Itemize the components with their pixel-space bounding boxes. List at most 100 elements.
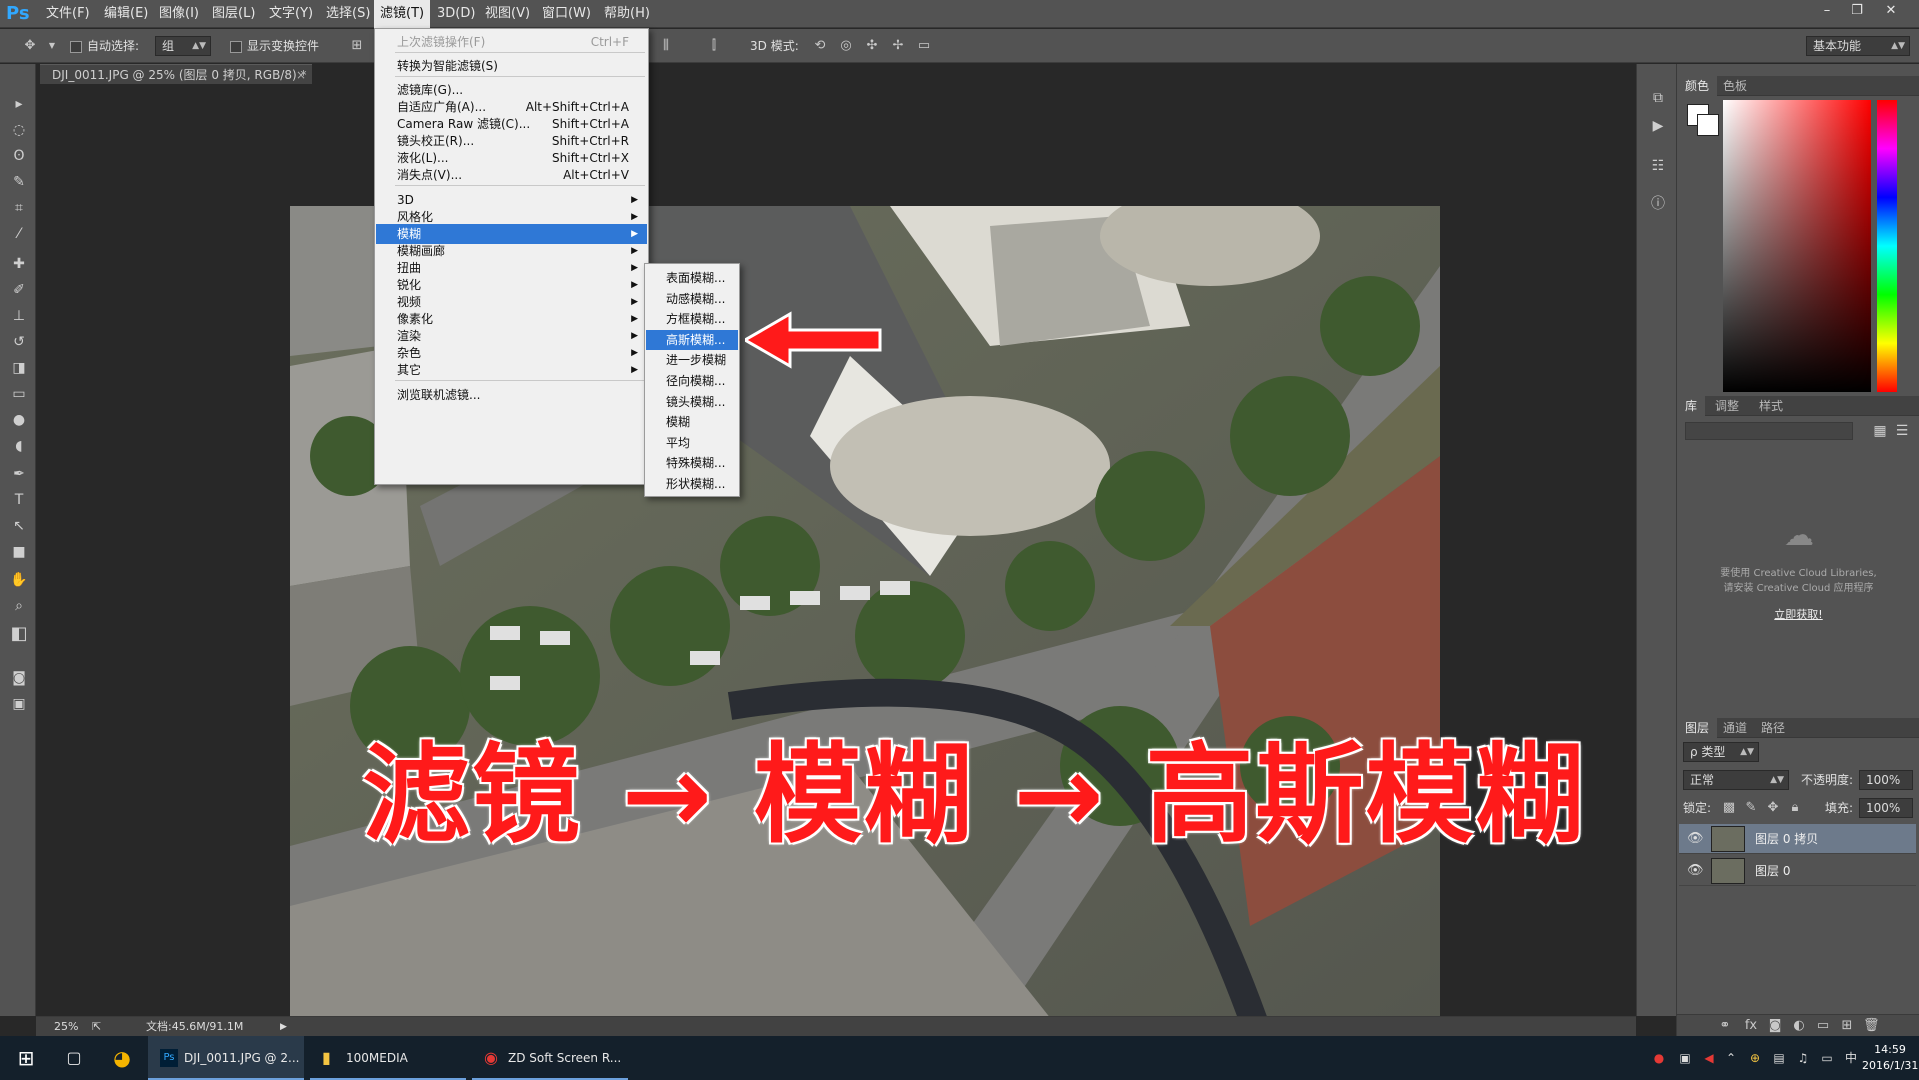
move-tool-icon[interactable]: ✥: [22, 38, 38, 54]
layer-row[interactable]: 👁︎ 图层 0 拷贝: [1679, 824, 1916, 854]
lock-transparency-icon[interactable]: ▩: [1721, 800, 1737, 816]
info-panel-icon[interactable]: ⓘ: [1647, 194, 1669, 214]
lock-pixels-icon[interactable]: ✎: [1743, 800, 1759, 816]
tab-styles[interactable]: 样式: [1751, 396, 1791, 416]
tray-media-icon[interactable]: ◀: [1700, 1049, 1718, 1067]
volume-icon[interactable]: ♫: [1794, 1049, 1812, 1067]
get-it-now-link[interactable]: 立即获取!: [1687, 606, 1910, 622]
layer-filter-dropdown[interactable]: ρ 类型 ▲▼: [1683, 742, 1759, 762]
layer-row[interactable]: 👁︎ 图层 0: [1679, 856, 1916, 886]
properties-panel-icon[interactable]: ☷: [1647, 156, 1669, 176]
dodge-tool-icon[interactable]: ◖: [8, 436, 30, 456]
menu-select[interactable]: 选择(S): [320, 0, 376, 28]
start-windows-icon[interactable]: ⊞: [12, 1036, 40, 1080]
restore-button[interactable]: ❐: [1842, 0, 1872, 22]
blur-submenu-item[interactable]: 平均: [646, 433, 738, 453]
blur-submenu-item[interactable]: 高斯模糊...: [646, 329, 738, 350]
filter-menu-item[interactable]: 其它 ▶: [376, 360, 647, 380]
blur-submenu-item[interactable]: 进一步模糊: [646, 350, 738, 370]
clone-stamp-tool-icon[interactable]: ⊥: [8, 306, 30, 326]
opacity-field[interactable]: 100%: [1859, 770, 1913, 790]
menu-window[interactable]: 窗口(W): [536, 0, 597, 28]
visibility-eye-icon[interactable]: 👁︎: [1687, 831, 1704, 847]
auto-align-icon[interactable]: ⫿: [706, 38, 722, 54]
task-view-icon[interactable]: ▢: [60, 1036, 88, 1080]
hue-slider[interactable]: [1877, 100, 1897, 392]
add-mask-icon[interactable]: ◙: [1767, 1018, 1783, 1034]
menu-edit[interactable]: 编辑(E): [98, 0, 154, 28]
align-icon[interactable]: ⊞: [349, 38, 365, 54]
blur-submenu-item[interactable]: 镜头模糊...: [646, 392, 738, 412]
actions-panel-icon[interactable]: ▶: [1647, 116, 1669, 136]
gradient-tool-icon[interactable]: ▭: [8, 384, 30, 404]
filter-menu-item[interactable]: 上次滤镜操作(F) Ctrl+F: [376, 32, 647, 52]
lock-all-icon[interactable]: 🔒︎: [1787, 800, 1803, 816]
minimize-button[interactable]: –: [1812, 0, 1842, 22]
close-button[interactable]: ✕: [1876, 0, 1906, 22]
new-group-icon[interactable]: ▭: [1815, 1018, 1831, 1034]
tab-libraries[interactable]: 库: [1677, 396, 1706, 416]
blend-mode-dropdown[interactable]: 正常 ▲▼: [1683, 770, 1789, 790]
tray-record-icon[interactable]: ●: [1650, 1049, 1668, 1067]
eyedropper-tool-icon[interactable]: ⁄: [8, 224, 30, 244]
distribute-icon[interactable]: ⫼: [658, 38, 674, 54]
brush-tool-icon[interactable]: ✐: [8, 280, 30, 300]
zoom-level[interactable]: 25%: [54, 1017, 78, 1037]
ime-indicator[interactable]: 中: [1842, 1049, 1860, 1067]
menu-filter[interactable]: 滤镜(T): [374, 0, 431, 28]
tray-app-icon[interactable]: ▣: [1676, 1049, 1694, 1067]
link-layers-icon[interactable]: ⚭: [1717, 1018, 1733, 1034]
blur-submenu-item[interactable]: 表面模糊...: [646, 268, 738, 288]
filter-menu-item[interactable]: 浏览联机滤镜...: [376, 385, 647, 405]
color-field[interactable]: [1723, 100, 1871, 392]
tab-paths[interactable]: 路径: [1753, 718, 1793, 738]
network-icon[interactable]: ▤: [1770, 1049, 1788, 1067]
tab-color[interactable]: 颜色: [1677, 76, 1718, 96]
path-select-tool-icon[interactable]: ↖: [8, 516, 30, 536]
filter-menu-item[interactable]: 消失点(V)... Alt+Ctrl+V: [376, 165, 647, 185]
hand-tool-icon[interactable]: ✋: [8, 570, 30, 590]
filter-menu-item[interactable]: 转换为智能滤镜(S): [376, 56, 647, 76]
type-tool-icon[interactable]: T: [8, 490, 30, 510]
auto-select-checkbox[interactable]: 自动选择:: [70, 36, 139, 56]
3d-scale-icon[interactable]: ▭: [916, 38, 932, 54]
export-icon[interactable]: ⇱: [92, 1017, 101, 1037]
menu-file[interactable]: 文件(F): [40, 0, 96, 28]
tab-layers[interactable]: 图层: [1677, 718, 1718, 738]
new-layer-icon[interactable]: ⊞: [1839, 1018, 1855, 1034]
screen-mode-icon[interactable]: ▣: [8, 694, 30, 714]
close-tab-icon[interactable]: ×: [296, 65, 306, 85]
pen-tool-icon[interactable]: ✒: [8, 464, 30, 484]
lasso-tool-icon[interactable]: ʘ: [8, 146, 30, 166]
crop-tool-icon[interactable]: ⌗: [8, 198, 30, 218]
menu-layer[interactable]: 图层(L): [206, 0, 261, 28]
notification-icon[interactable]: ▭: [1818, 1049, 1836, 1067]
blur-submenu-item[interactable]: 特殊模糊...: [646, 453, 738, 473]
blur-submenu-item[interactable]: 动感模糊...: [646, 289, 738, 309]
3d-roll-icon[interactable]: ◎: [838, 38, 854, 54]
menu-3d[interactable]: 3D(D): [431, 0, 481, 28]
lock-position-icon[interactable]: ✥: [1765, 800, 1781, 816]
grid-view-icon[interactable]: ▦: [1869, 421, 1891, 441]
menu-help[interactable]: 帮助(H): [598, 0, 656, 28]
menu-view[interactable]: 视图(V): [479, 0, 536, 28]
history-brush-tool-icon[interactable]: ↺: [8, 332, 30, 352]
eraser-tool-icon[interactable]: ◨: [8, 358, 30, 378]
canvas-area[interactable]: [36, 84, 1636, 1068]
tool-preset-chevron-icon[interactable]: ▼: [44, 38, 60, 54]
fill-field[interactable]: 100%: [1859, 798, 1913, 818]
blur-submenu-item[interactable]: 方框模糊...: [646, 309, 738, 329]
zoom-tool-icon[interactable]: ⌕: [8, 596, 30, 616]
clock[interactable]: 14:59 2016/1/31: [1862, 1042, 1918, 1074]
auto-select-check-icon[interactable]: [70, 40, 82, 53]
background-color-swatch[interactable]: [1697, 114, 1719, 136]
3d-rotate-icon[interactable]: ⟲: [812, 38, 828, 54]
list-view-icon[interactable]: ☰: [1891, 421, 1913, 441]
tray-security-icon[interactable]: ⊕: [1746, 1049, 1764, 1067]
3d-slide-icon[interactable]: ✢: [890, 38, 906, 54]
taskbar-app-explorer[interactable]: ▮ 100MEDIA: [310, 1036, 466, 1080]
chrome-icon[interactable]: ◕: [108, 1036, 136, 1080]
library-dropdown[interactable]: [1685, 422, 1853, 440]
history-panel-icon[interactable]: ⧉: [1647, 88, 1669, 108]
tray-arrow-icon[interactable]: ⌃: [1722, 1049, 1740, 1067]
